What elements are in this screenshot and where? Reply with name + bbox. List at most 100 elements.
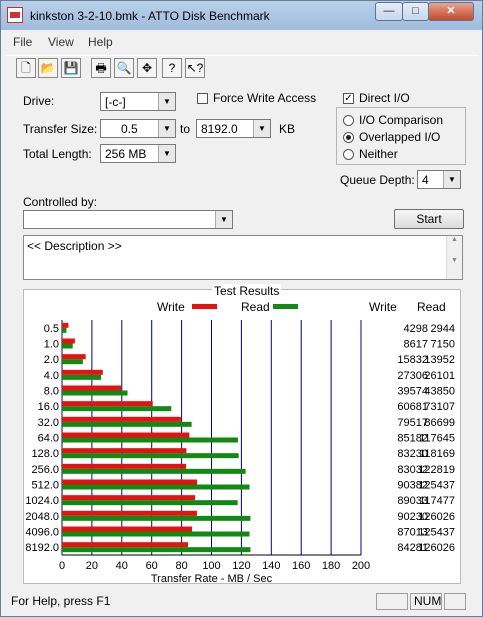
read-value-label: 26101 bbox=[424, 370, 455, 382]
category-label: 16.0 bbox=[38, 401, 59, 413]
drive-select[interactable]: [-c-] ▼ bbox=[100, 92, 176, 111]
write-bar bbox=[62, 338, 75, 344]
x-tick-label: 100 bbox=[202, 560, 220, 572]
start-button[interactable]: Start bbox=[394, 209, 464, 229]
write-bar bbox=[62, 542, 189, 548]
read-value-label: 2944 bbox=[431, 323, 455, 335]
close-button[interactable]: ✕ bbox=[428, 2, 474, 21]
read-bar bbox=[62, 515, 251, 521]
window-title: kinkston 3-2-10.bmk - ATTO Disk Benchmar… bbox=[30, 9, 270, 23]
to-label: to bbox=[180, 122, 191, 136]
category-label: 512.0 bbox=[31, 480, 59, 492]
overlapped-io-label[interactable]: Overlapped I/O bbox=[359, 130, 440, 144]
menu-file[interactable]: File bbox=[13, 35, 32, 49]
category-label: 8192.0 bbox=[25, 542, 59, 554]
read-bar bbox=[62, 531, 250, 537]
read-bar bbox=[62, 390, 128, 396]
read-value-label: 126026 bbox=[418, 542, 455, 554]
io-comparison-label[interactable]: I/O Comparison bbox=[359, 113, 443, 127]
status-panel-empty bbox=[376, 593, 408, 610]
title-bar[interactable]: kinkston 3-2-10.bmk - ATTO Disk Benchmar… bbox=[1, 1, 482, 30]
write-bar bbox=[62, 448, 187, 454]
read-bar bbox=[62, 421, 192, 427]
write-bar bbox=[62, 416, 181, 422]
transfer-from-select[interactable]: 0.5 ▼ bbox=[100, 119, 176, 138]
minimize-button[interactable]: — bbox=[375, 2, 403, 21]
x-tick-label: 180 bbox=[322, 560, 340, 572]
category-label: 128.0 bbox=[31, 448, 59, 460]
write-bar bbox=[62, 463, 187, 469]
read-value-label: 7150 bbox=[431, 339, 455, 351]
status-help-text: For Help, press F1 bbox=[11, 594, 111, 608]
direct-io-label[interactable]: Direct I/O bbox=[359, 91, 410, 105]
chevron-down-icon[interactable]: ▼ bbox=[158, 145, 175, 162]
read-bar bbox=[62, 327, 67, 333]
write-value-label: 15832 bbox=[397, 354, 428, 366]
menu-help[interactable]: Help bbox=[88, 35, 113, 49]
x-tick-label: 20 bbox=[86, 560, 98, 572]
read-bar bbox=[62, 484, 250, 490]
category-label: 1024.0 bbox=[25, 495, 59, 507]
queue-depth-label: Queue Depth: bbox=[340, 173, 415, 187]
chevron-down-icon[interactable]: ▼ bbox=[158, 93, 175, 110]
num-lock-indicator: NUM bbox=[410, 593, 442, 610]
maximize-button[interactable]: □ bbox=[402, 2, 429, 21]
read-column-header: Read bbox=[417, 300, 446, 314]
neither-label[interactable]: Neither bbox=[359, 147, 398, 161]
menu-view[interactable]: View bbox=[48, 35, 74, 49]
chevron-down-icon[interactable]: ▼ bbox=[215, 211, 232, 228]
write-bar bbox=[62, 526, 193, 532]
open-icon[interactable]: 📂 bbox=[38, 58, 58, 78]
print-preview-icon[interactable]: 🔍 bbox=[114, 58, 134, 78]
read-value-label: 43850 bbox=[424, 386, 455, 398]
io-comparison-radio[interactable] bbox=[343, 115, 354, 126]
queue-depth-select[interactable]: 4 ▼ bbox=[417, 170, 461, 189]
force-write-checkbox[interactable] bbox=[197, 93, 208, 104]
read-value-label: 13952 bbox=[424, 354, 455, 366]
help-icon[interactable]: ? bbox=[162, 58, 182, 78]
read-value-label: 86699 bbox=[424, 417, 455, 429]
x-axis-label: Transfer Rate - MB / Sec bbox=[151, 573, 273, 584]
chevron-down-icon[interactable]: ▼ bbox=[443, 171, 460, 188]
controlled-by-select[interactable]: ▼ bbox=[23, 210, 233, 229]
write-bar bbox=[62, 322, 69, 328]
category-label: 0.5 bbox=[44, 323, 59, 335]
toolbar: 🗋 📂 💾 🖶 🔍 ✥ ? ↖? bbox=[5, 55, 479, 83]
chevron-down-icon[interactable]: ▼ bbox=[158, 120, 175, 137]
description-scrollbar[interactable]: ▲ ▼ bbox=[446, 236, 462, 279]
description-box[interactable]: << Description >> ▲ ▼ bbox=[23, 235, 463, 280]
read-bar bbox=[62, 359, 83, 365]
read-bar bbox=[62, 468, 246, 474]
write-bar bbox=[62, 369, 103, 375]
print-icon[interactable]: 🖶 bbox=[91, 58, 111, 78]
test-results-panel: Test Results Write Read Write Read 0 20 40… bbox=[23, 284, 461, 584]
save-icon[interactable]: 💾 bbox=[61, 58, 81, 78]
read-value-label: 73107 bbox=[424, 401, 455, 413]
write-legend-swatch bbox=[192, 304, 217, 309]
chevron-down-icon[interactable]: ▼ bbox=[253, 120, 270, 137]
write-bar bbox=[62, 495, 196, 501]
context-help-icon[interactable]: ↖? bbox=[185, 58, 205, 78]
app-window: kinkston 3-2-10.bmk - ATTO Disk Benchmar… bbox=[0, 0, 483, 617]
controlled-by-label: Controlled by: bbox=[23, 195, 98, 209]
read-legend-swatch bbox=[273, 304, 298, 309]
read-value-label: 117477 bbox=[419, 495, 455, 507]
overlapped-io-radio[interactable] bbox=[343, 132, 354, 143]
new-icon[interactable]: 🗋 bbox=[16, 58, 36, 78]
x-tick-label: 140 bbox=[262, 560, 280, 572]
write-bar bbox=[62, 432, 190, 438]
status-panel-scrl bbox=[444, 593, 466, 610]
write-legend-label: Write bbox=[157, 300, 185, 314]
write-value-label: 27306 bbox=[397, 370, 428, 382]
direct-io-checkbox[interactable]: ✓ bbox=[343, 93, 354, 104]
total-length-select[interactable]: 256 MB ▼ bbox=[100, 144, 176, 163]
transfer-to-select[interactable]: 8192.0 ▼ bbox=[196, 119, 271, 138]
read-bar bbox=[62, 343, 73, 349]
read-value-label: 125437 bbox=[418, 527, 455, 539]
move-icon[interactable]: ✥ bbox=[137, 58, 157, 78]
category-label: 2048.0 bbox=[25, 511, 59, 523]
force-write-label[interactable]: Force Write Access bbox=[213, 91, 316, 105]
neither-radio[interactable] bbox=[343, 149, 354, 160]
write-bar bbox=[62, 354, 86, 360]
write-value-label: 39574 bbox=[397, 386, 428, 398]
